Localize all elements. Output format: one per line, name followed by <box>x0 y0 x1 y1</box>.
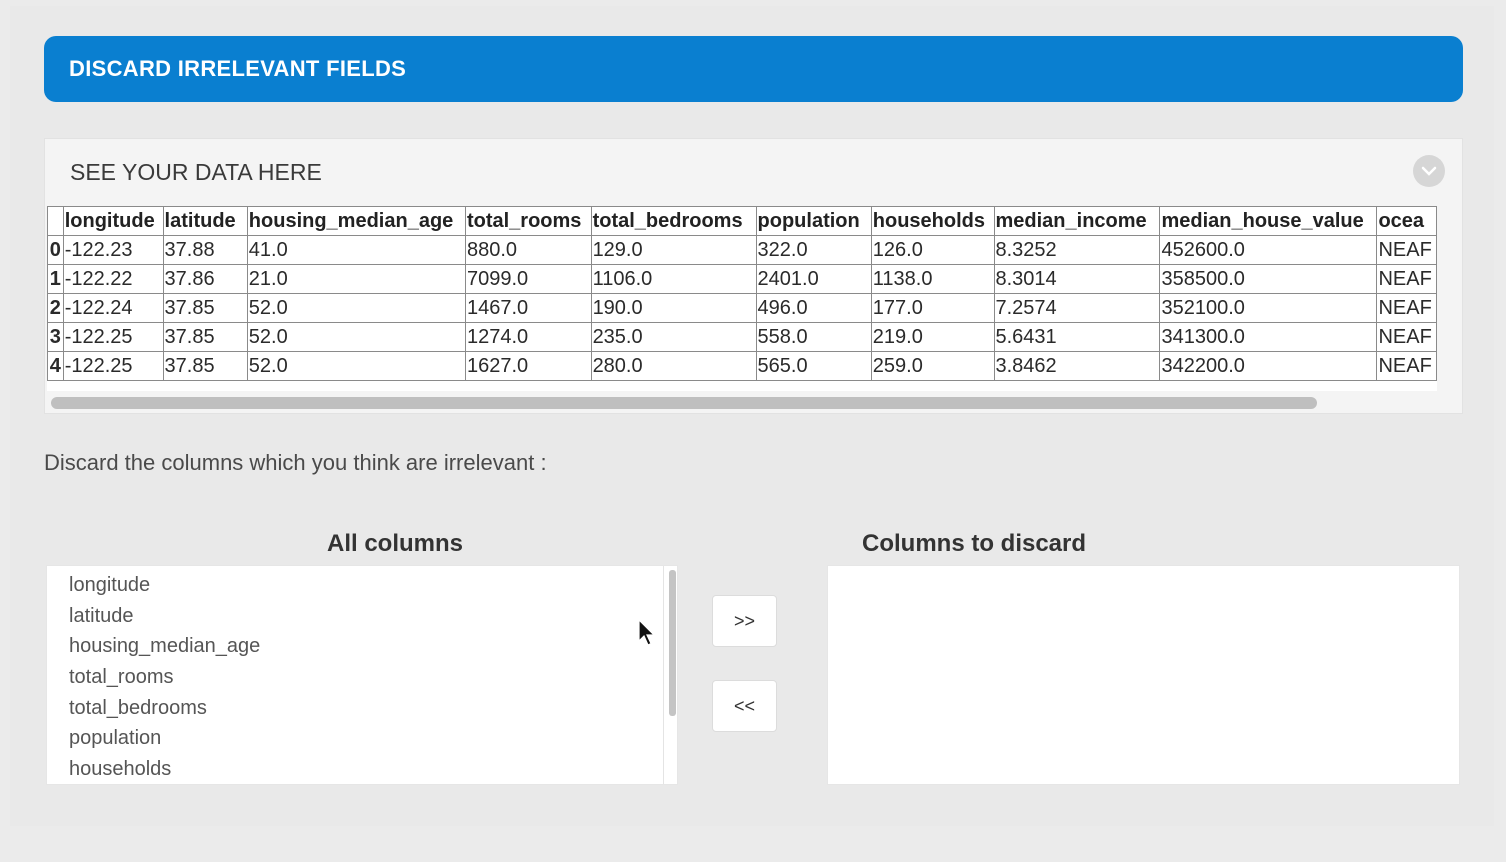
collapse-button[interactable] <box>1413 155 1445 187</box>
mouse-cursor-icon <box>638 619 656 646</box>
data-preview-panel: SEE YOUR DATA HERE longitude latitude hous… <box>44 138 1463 414</box>
list-item[interactable]: housing_median_age <box>69 631 677 662</box>
table-column-header: median_income <box>993 206 1161 236</box>
table-cell: NEAF <box>1376 351 1437 381</box>
table-cell: 190.0 <box>590 293 757 323</box>
table-cell: 126.0 <box>870 235 995 265</box>
chevron-down-icon <box>1421 166 1437 176</box>
table-cell: 41.0 <box>246 235 466 265</box>
table-cell: 352100.0 <box>1159 293 1378 323</box>
move-left-button[interactable]: << <box>712 680 777 732</box>
table-row: 3 -122.25 37.85 52.0 1274.0 235.0 558.0 219.0 5.… <box>47 322 1437 352</box>
table-cell: 177.0 <box>870 293 995 323</box>
table-cell: 37.85 <box>162 351 248 381</box>
section-title: DISCARD IRRELEVANT FIELDS <box>69 56 407 81</box>
table-column-header: latitude <box>162 206 248 236</box>
list-item[interactable]: households <box>69 754 677 784</box>
table-cell: 358500.0 <box>1159 264 1378 294</box>
table-column-header: total_bedrooms <box>590 206 757 236</box>
table-cell: 322.0 <box>755 235 872 265</box>
table-column-header: households <box>870 206 995 236</box>
table-cell: NEAF <box>1376 235 1437 265</box>
table-cell: 52.0 <box>246 293 466 323</box>
table-cell: 1106.0 <box>590 264 757 294</box>
table-row: 0 -122.23 37.88 41.0 880.0 129.0 322.0 126.0 8.3… <box>47 235 1437 265</box>
table-cell: 129.0 <box>590 235 757 265</box>
vertical-scrollbar[interactable] <box>669 570 676 716</box>
table-cell: 342200.0 <box>1159 351 1378 381</box>
table-cell: 8.3014 <box>993 264 1161 294</box>
table-column-header: longitude <box>62 206 164 236</box>
table-cell: 496.0 <box>755 293 872 323</box>
discard-columns-list[interactable] <box>827 565 1460 785</box>
table-row: 2 -122.24 37.85 52.0 1467.0 190.0 496.0 177.0 7.… <box>47 293 1437 323</box>
table-cell: 341300.0 <box>1159 322 1378 352</box>
table-cell: NEAF <box>1376 293 1437 323</box>
list-item[interactable]: total_bedrooms <box>69 693 677 724</box>
all-columns-heading: All columns <box>327 530 464 557</box>
table-cell: 8.3252 <box>993 235 1161 265</box>
table-column-header: ocea <box>1376 206 1437 236</box>
table-cell: NEAF <box>1376 264 1437 294</box>
horizontal-scrollbar[interactable] <box>51 397 1317 409</box>
all-columns-list[interactable]: longitude latitude housing_median_age total… <box>46 565 678 785</box>
table-cell: 1274.0 <box>464 322 592 352</box>
table-cell: -122.23 <box>62 235 164 265</box>
table-row: 4 -122.25 37.85 52.0 1627.0 280.0 565.0 259.0 3.… <box>47 351 1437 381</box>
list-item[interactable]: longitude <box>69 570 677 601</box>
table-cell: 21.0 <box>246 264 466 294</box>
table-cell: 37.88 <box>162 235 248 265</box>
table-cell: -122.24 <box>62 293 164 323</box>
table-cell: 452600.0 <box>1159 235 1378 265</box>
table-cell: -122.25 <box>62 351 164 381</box>
table-row: 1 -122.22 37.86 21.0 7099.0 1106.0 2401.0 1138.… <box>47 264 1437 294</box>
row-index-cell: 1 <box>47 264 64 294</box>
section-header: DISCARD IRRELEVANT FIELDS <box>44 36 1463 102</box>
table-cell: 558.0 <box>755 322 872 352</box>
table-column-header: total_rooms <box>464 206 592 236</box>
table-cell: 37.85 <box>162 293 248 323</box>
table-cell: 7099.0 <box>464 264 592 294</box>
table-cell: 1467.0 <box>464 293 592 323</box>
table-cell: -122.25 <box>62 322 164 352</box>
row-index-cell: 4 <box>47 351 64 381</box>
table-cell: NEAF <box>1376 322 1437 352</box>
table-index-header <box>47 206 64 236</box>
row-index-cell: 0 <box>47 235 64 265</box>
move-right-button[interactable]: >> <box>712 595 777 647</box>
table-cell: 259.0 <box>870 351 995 381</box>
list-item[interactable]: latitude <box>69 601 677 632</box>
table-column-header: median_house_value <box>1159 206 1378 236</box>
discard-columns-heading: Columns to discard <box>862 530 1087 557</box>
table-cell: 1627.0 <box>464 351 592 381</box>
table-cell: 565.0 <box>755 351 872 381</box>
table-cell: 52.0 <box>246 351 466 381</box>
table-cell: 1138.0 <box>870 264 995 294</box>
table-cell: 37.85 <box>162 322 248 352</box>
instructions-text: Discard the columns which you think are … <box>44 450 547 475</box>
table-cell: 235.0 <box>590 322 757 352</box>
data-table: longitude latitude housing_median_age total… <box>47 206 1437 381</box>
table-column-header: population <box>755 206 872 236</box>
table-cell: 280.0 <box>590 351 757 381</box>
row-index-cell: 3 <box>47 322 64 352</box>
table-cell: 37.86 <box>162 264 248 294</box>
table-cell: -122.22 <box>62 264 164 294</box>
row-index-cell: 2 <box>47 293 64 323</box>
table-column-header: housing_median_age <box>246 206 466 236</box>
table-cell: 5.6431 <box>993 322 1161 352</box>
data-table-container[interactable]: longitude latitude housing_median_age total… <box>47 206 1437 391</box>
list-item[interactable]: population <box>69 723 677 754</box>
panel-title: SEE YOUR DATA HERE <box>70 159 322 185</box>
list-divider <box>663 566 664 784</box>
table-cell: 880.0 <box>464 235 592 265</box>
table-cell: 219.0 <box>870 322 995 352</box>
table-cell: 52.0 <box>246 322 466 352</box>
table-cell: 2401.0 <box>755 264 872 294</box>
table-cell: 7.2574 <box>993 293 1161 323</box>
list-item[interactable]: total_rooms <box>69 662 677 693</box>
table-cell: 3.8462 <box>993 351 1161 381</box>
